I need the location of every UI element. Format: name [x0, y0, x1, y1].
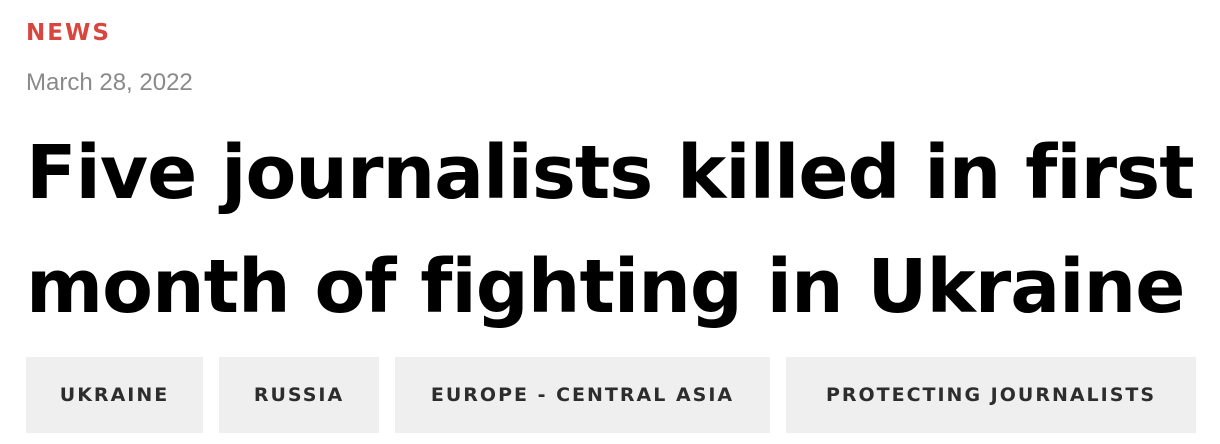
tag-ukraine[interactable]: UKRAINE [26, 357, 203, 433]
tag-europe-central-asia[interactable]: EUROPE - CENTRAL ASIA [395, 357, 770, 433]
tag-list: UKRAINE RUSSIA EUROPE - CENTRAL ASIA PRO… [26, 357, 1196, 433]
publish-date: March 28, 2022 [26, 69, 193, 96]
article-headline: Five journalists killed in first month o… [26, 130, 1195, 330]
category-link[interactable]: NEWS [26, 18, 111, 48]
tag-russia[interactable]: RUSSIA [219, 357, 379, 433]
tag-protecting-journalists[interactable]: PROTECTING JOURNALISTS [786, 357, 1196, 433]
